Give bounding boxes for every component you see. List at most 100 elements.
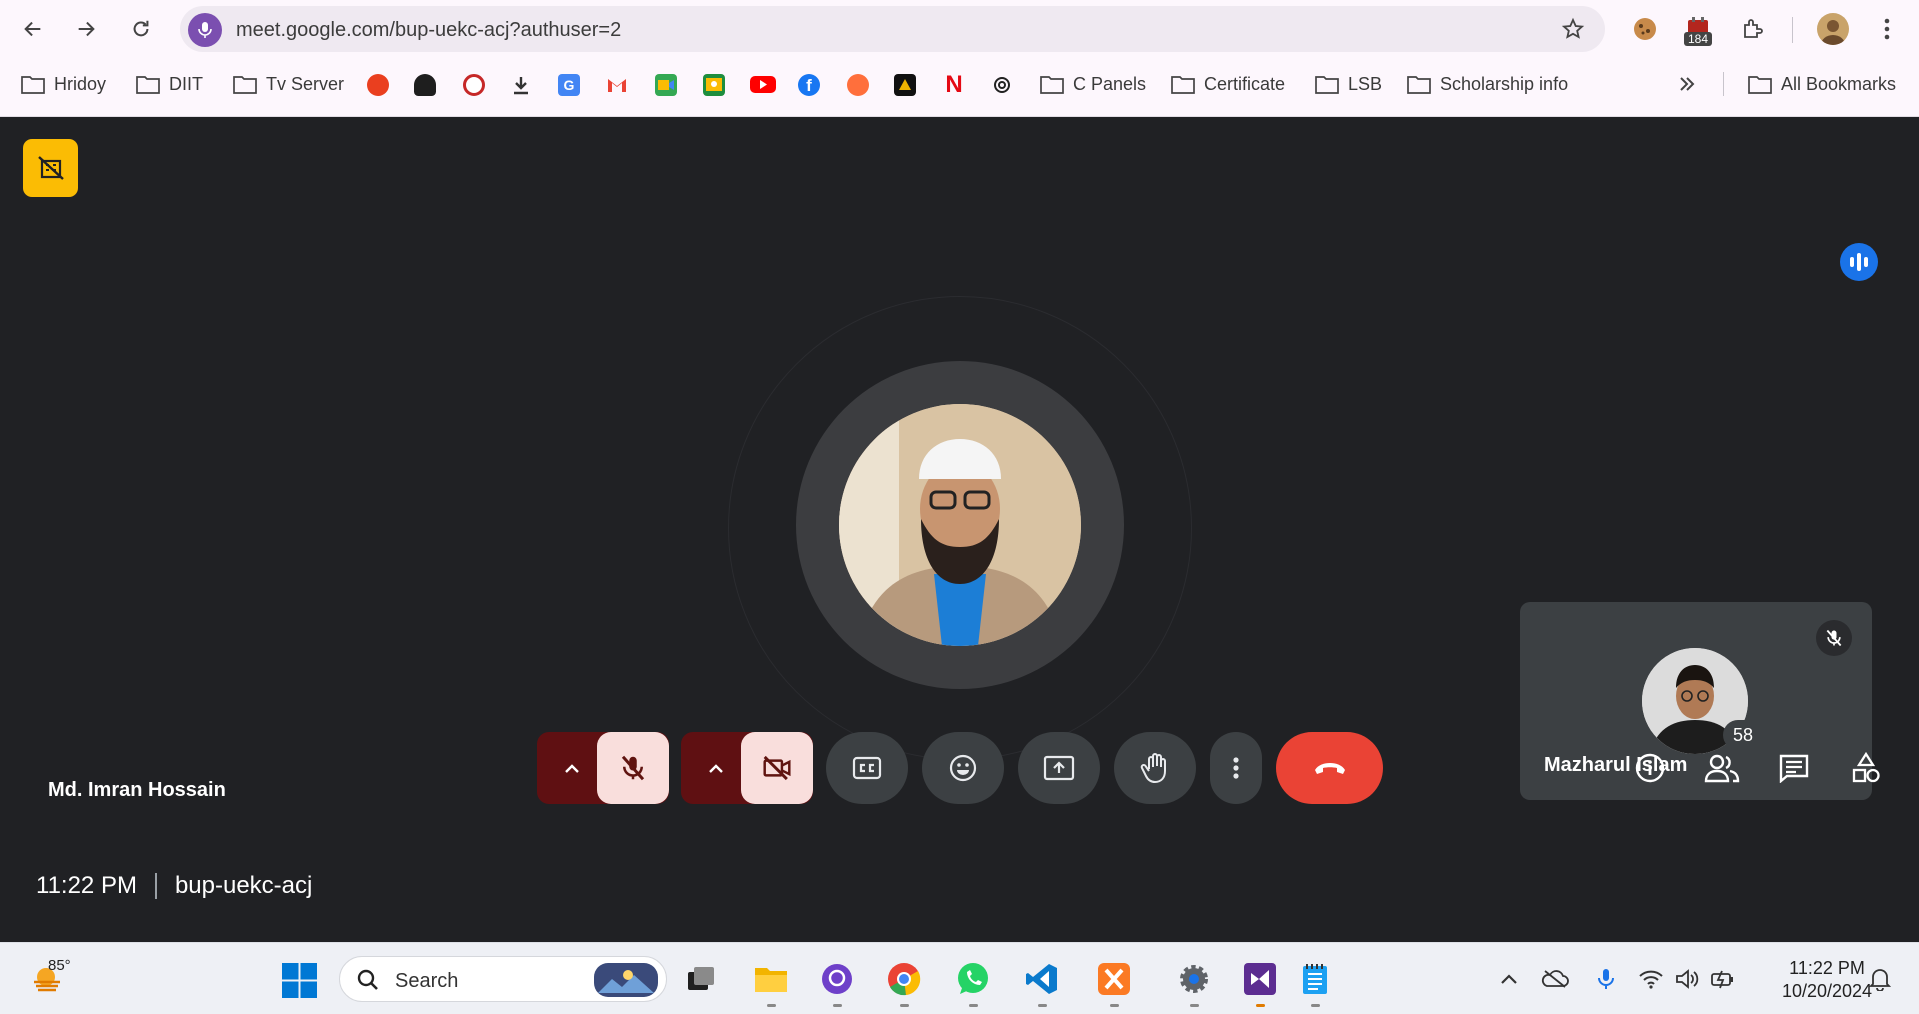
xampp-icon	[1098, 963, 1130, 995]
show-hidden-icons-button[interactable]	[1495, 965, 1523, 993]
bookmark-openai-icon[interactable]	[991, 74, 1013, 96]
taskbar-search-box[interactable]: Search	[339, 956, 667, 1002]
camera-toggle-button[interactable]	[741, 732, 813, 804]
bookmark-label: LSB	[1348, 73, 1383, 94]
running-indicator	[1037, 1004, 1047, 1007]
microphone-tray-icon[interactable]	[1592, 965, 1620, 993]
bookmark-folder-hridoy[interactable]: Hridoy	[21, 64, 106, 104]
cloud-off-icon	[1541, 970, 1569, 988]
bookmark-gmail-icon[interactable]	[606, 74, 628, 96]
bookmark-red-icon[interactable]	[367, 74, 389, 96]
reload-button[interactable]	[121, 9, 161, 49]
hand-icon	[1140, 753, 1166, 784]
windows-taskbar: 85° Search 11:22 PM 10/20/2024	[0, 942, 1919, 1014]
folder-icon	[755, 968, 787, 992]
task-view-button[interactable]	[680, 958, 722, 1000]
bookmark-label: DIIT	[169, 73, 203, 94]
folder-icon	[1315, 76, 1339, 94]
bookmark-orange-icon[interactable]	[847, 74, 869, 96]
wifi-icon	[1639, 970, 1663, 989]
bookmark-folder-certificate[interactable]: Certificate	[1171, 64, 1285, 104]
all-bookmarks-folder[interactable]: All Bookmarks	[1748, 64, 1896, 104]
more-vert-icon	[1233, 757, 1239, 779]
browser-chrome: meet.google.com/bup-uekc-acj?authuser=2 …	[0, 0, 1919, 117]
profile-avatar[interactable]	[1817, 13, 1849, 45]
bookmark-logo-icon[interactable]	[894, 74, 916, 96]
github-desktop-button[interactable]	[816, 958, 858, 1007]
bookmark-facebook-icon[interactable]: f	[798, 74, 820, 96]
bookmark-download-icon[interactable]	[510, 74, 532, 96]
vscode-button[interactable]	[1021, 958, 1063, 1007]
chrome-button[interactable]	[883, 958, 925, 1007]
leave-call-button[interactable]	[1276, 732, 1383, 804]
captions-button[interactable]	[826, 732, 908, 804]
bookmark-folder-lsb[interactable]: LSB	[1315, 64, 1382, 104]
task-view-icon	[688, 967, 714, 990]
mic-toggle-button[interactable]	[597, 732, 669, 804]
bookmark-translate-icon[interactable]: G	[558, 74, 580, 96]
present-screen-button[interactable]	[1018, 732, 1100, 804]
extensions-puzzle-icon[interactable]	[1737, 13, 1769, 45]
bookmark-netflix-icon[interactable]: N	[943, 73, 965, 97]
xampp-button[interactable]	[1093, 958, 1135, 1007]
bookmark-classroom-icon[interactable]	[703, 74, 725, 96]
start-button[interactable]	[281, 962, 318, 999]
chat-icon	[1779, 754, 1809, 783]
reactions-button[interactable]	[922, 732, 1004, 804]
self-view-tile[interactable]: Mazharul Islam	[1520, 602, 1872, 800]
file-explorer-button[interactable]	[750, 958, 792, 1007]
meeting-details-button[interactable]	[1630, 748, 1670, 788]
video-control-group	[681, 732, 813, 804]
visual-studio-button[interactable]	[1239, 958, 1281, 1007]
bookmark-folder-c-panels[interactable]: C Panels	[1040, 64, 1146, 104]
bookmark-hat-icon[interactable]	[414, 74, 436, 96]
audio-control-group	[537, 732, 669, 804]
running-indicator	[968, 1004, 978, 1007]
activities-button[interactable]	[1846, 748, 1886, 788]
battery-tray-icon[interactable]	[1709, 965, 1737, 993]
url-text[interactable]: meet.google.com/bup-uekc-acj?authuser=2	[236, 19, 621, 42]
people-button[interactable]	[1702, 748, 1742, 788]
bookmark-eye-icon[interactable]	[463, 74, 485, 96]
weather-temperature: 85°	[48, 957, 71, 974]
arrow-right-icon	[78, 21, 95, 37]
reload-icon	[133, 20, 149, 37]
back-button[interactable]	[13, 9, 53, 49]
bookmark-label: Tv Server	[266, 73, 345, 94]
bookmark-youtube-icon[interactable]	[750, 76, 776, 93]
wifi-tray-icon[interactable]	[1637, 965, 1665, 993]
onedrive-tray-icon[interactable]	[1541, 965, 1569, 993]
address-bar[interactable]: meet.google.com/bup-uekc-acj?authuser=2	[180, 6, 1605, 52]
chat-button[interactable]	[1774, 748, 1814, 788]
bookmarks-overflow-button[interactable]	[1677, 64, 1706, 104]
folder-icon	[1748, 76, 1772, 94]
recording-badge[interactable]	[23, 139, 78, 197]
notepad-button[interactable]	[1294, 958, 1336, 1007]
notifications-button[interactable]	[1866, 965, 1894, 993]
folder-icon	[233, 76, 257, 94]
folder-icon	[1171, 76, 1195, 94]
bookmark-star-icon[interactable]	[1561, 17, 1585, 46]
bookmark-folder-diit[interactable]: DIIT	[136, 64, 203, 104]
forward-button[interactable]	[66, 9, 106, 49]
more-options-button[interactable]	[1210, 732, 1262, 804]
settings-button[interactable]	[1173, 958, 1215, 1007]
browser-menu-button[interactable]	[1871, 13, 1903, 45]
time-separator	[154, 873, 157, 899]
running-indicator	[766, 1004, 776, 1007]
cookie-extension-icon[interactable]	[1629, 13, 1661, 45]
closed-captions-icon	[852, 756, 882, 780]
bookmark-meet-icon[interactable]	[655, 74, 677, 96]
calendar-extension-icon[interactable]: 184	[1682, 13, 1714, 46]
folder-icon	[1407, 76, 1431, 94]
voice-search-button[interactable]	[188, 13, 222, 47]
browser-toolbar: meet.google.com/bup-uekc-acj?authuser=2 …	[0, 0, 1919, 58]
call-end-icon	[1314, 763, 1345, 774]
bookmark-folder-scholarship[interactable]: Scholarship info	[1407, 64, 1568, 104]
main-participant-avatar	[839, 404, 1081, 646]
whatsapp-button[interactable]	[952, 958, 994, 1007]
raise-hand-button[interactable]	[1114, 732, 1196, 804]
bookmark-folder-tv-server[interactable]: Tv Server	[233, 64, 344, 104]
present-icon	[1043, 755, 1075, 781]
volume-tray-icon[interactable]	[1673, 965, 1701, 993]
